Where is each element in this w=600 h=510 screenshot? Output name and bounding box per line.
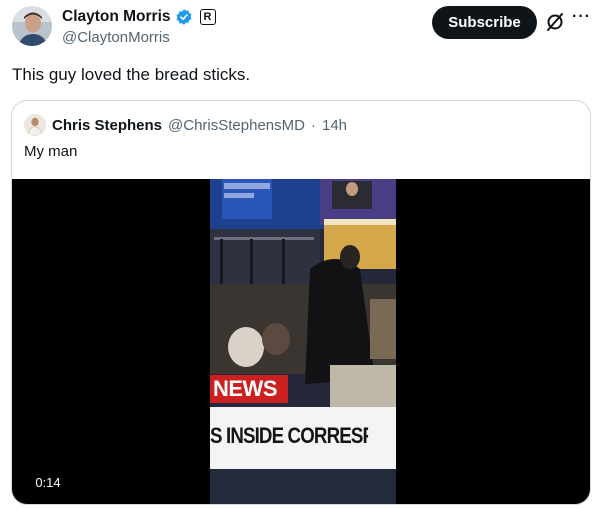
quoted-timestamp[interactable]: 14h	[322, 117, 347, 134]
grok-icon[interactable]	[545, 12, 565, 32]
verified-badge-icon	[176, 9, 191, 25]
author-avatar[interactable]	[12, 6, 52, 46]
quoted-author-avatar	[24, 114, 46, 136]
tweet-text: This guy loved the bread sticks.	[12, 65, 251, 84]
more-icon[interactable]: ···	[572, 8, 591, 26]
quoted-author-handle[interactable]: @ChrisStephensMD	[168, 117, 305, 134]
chyron-ribbon	[210, 469, 396, 504]
quoted-author-name[interactable]: Chris Stephens	[52, 117, 162, 134]
subscribe-button[interactable]: Subscribe	[432, 6, 537, 39]
video-player[interactable]: NEWS S INSIDE CORRESPON 0:14	[12, 179, 590, 504]
video-duration: 0:14	[26, 471, 70, 493]
quoted-tweet-header: Chris Stephens @ChrisStephensMD · 14h	[24, 113, 347, 137]
news-tag: NEWS	[210, 375, 288, 403]
author-name[interactable]: Clayton Morris	[62, 8, 171, 26]
affiliate-badge[interactable]: R	[199, 9, 216, 25]
chyron-text: S INSIDE CORRESPON	[210, 423, 368, 448]
quoted-tweet-text: My man	[24, 143, 78, 160]
quoted-avatar-image	[24, 114, 46, 136]
separator-dot: ·	[310, 116, 316, 134]
avatar-image	[12, 6, 52, 46]
video-frame: NEWS S INSIDE CORRESPON	[210, 179, 396, 504]
author-header: Clayton Morris R @ClaytonMorris	[62, 6, 216, 46]
quoted-tweet[interactable]: Chris Stephens @ChrisStephensMD · 14h My…	[11, 100, 591, 505]
author-handle[interactable]: @ClaytonMorris	[62, 29, 216, 46]
